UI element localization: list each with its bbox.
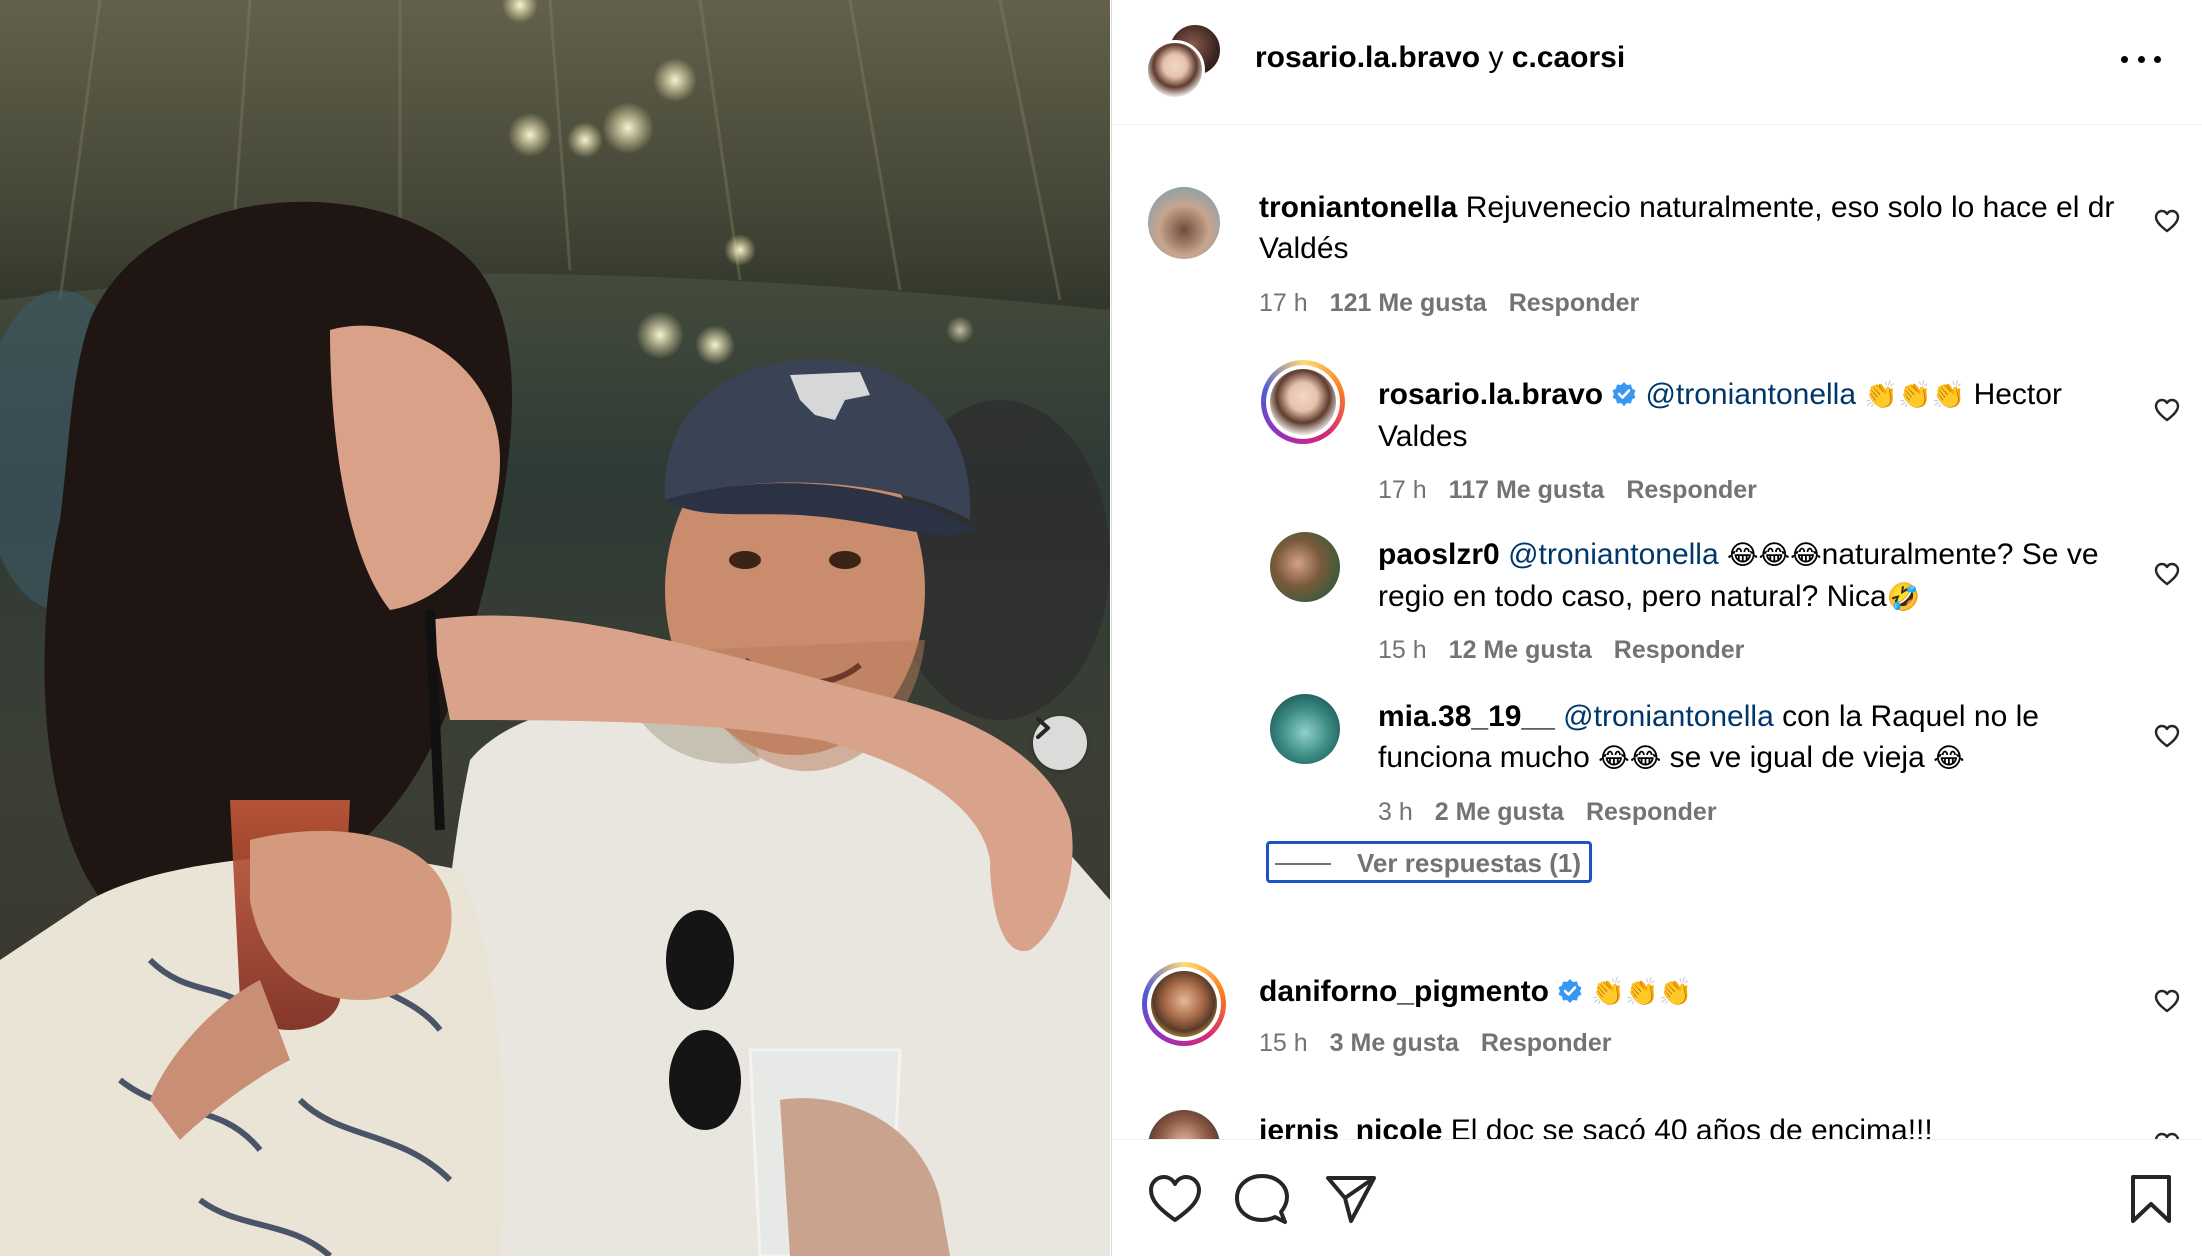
send-icon[interactable] — [1325, 1174, 1377, 1224]
heart-icon[interactable] — [2154, 209, 2180, 233]
comments-list: troniantonella Rejuvenecio naturalmente,… — [1112, 125, 2202, 1139]
comment-username[interactable]: paoslzr0 — [1378, 538, 1500, 571]
comment-username[interactable]: daniforno_pigmento — [1259, 975, 1549, 1008]
heart-icon[interactable] — [2154, 398, 2180, 422]
comment-reply: mia.38_19__ @troniantonella con la Raque… — [1112, 682, 2202, 842]
view-replies-label: Ver respuestas (1) — [1357, 848, 1582, 878]
photo-illustration — [0, 0, 1110, 1256]
comment-body-2: se ve igual de vieja — [1669, 741, 1925, 774]
chevron-right-icon — [1036, 717, 1050, 739]
view-replies-line — [1275, 863, 1331, 865]
view-replies-button[interactable]: Ver respuestas (1) — [1266, 841, 1592, 883]
comment-time[interactable]: 15 h — [1378, 636, 1427, 664]
comment-emoji: 👏👏👏 — [1864, 380, 1966, 410]
comment: daniforno_pigmento 👏👏👏 15 h 3 Me gusta Res… — [1112, 955, 2202, 1095]
reply-button[interactable]: Responder — [1586, 798, 1717, 826]
more-options-icon[interactable] — [2121, 44, 2161, 74]
comment: jernis_nicole El doc se sacó 40 años de … — [1112, 1110, 2202, 1139]
comment-emoji: 👏👏👏 — [1591, 977, 1693, 1007]
avatar[interactable] — [1148, 187, 1220, 259]
comment-meta: 15 h 12 Me gusta Responder — [1378, 635, 1744, 665]
avatar[interactable] — [1148, 1110, 1220, 1139]
comment-mention[interactable]: @troniantonella — [1563, 700, 1774, 733]
comment: troniantonella Rejuvenecio naturalmente,… — [1112, 125, 2202, 335]
heart-icon[interactable] — [2154, 562, 2180, 586]
verified-badge-icon — [1558, 979, 1582, 1003]
bookmark-icon[interactable] — [2130, 1174, 2172, 1224]
comment-icon[interactable] — [1235, 1174, 1289, 1226]
comment-username[interactable]: troniantonella — [1259, 191, 1457, 224]
heart-icon[interactable] — [2154, 989, 2180, 1013]
comment-username[interactable]: mia.38_19__ — [1378, 700, 1555, 733]
comment-meta: 3 h 2 Me gusta Responder — [1378, 797, 1717, 827]
comment-text: jernis_nicole El doc se sacó 40 años de … — [1259, 1110, 2139, 1139]
verified-badge-icon — [1612, 382, 1636, 406]
comment-likes[interactable]: 117 Me gusta — [1449, 476, 1605, 504]
comment-time[interactable]: 15 h — [1259, 1029, 1308, 1057]
comment-reply: paoslzr0 @troniantonella 😂😂😂naturalmente… — [1112, 520, 2202, 680]
comment-meta: 17 h 121 Me gusta Responder — [1259, 288, 1639, 318]
author-username-2[interactable]: c.caorsi — [1512, 41, 1625, 74]
comment-meta: 17 h 117 Me gusta Responder — [1378, 475, 1757, 505]
next-photo-button[interactable] — [1033, 716, 1087, 770]
comment-text: mia.38_19__ @troniantonella con la Raque… — [1378, 696, 2158, 779]
avatar-rosario-la-bravo[interactable] — [1145, 40, 1205, 100]
comment-likes[interactable]: 2 Me gusta — [1435, 798, 1564, 826]
heart-icon[interactable] — [2154, 1132, 2180, 1139]
author-username-1[interactable]: rosario.la.bravo — [1255, 41, 1480, 74]
comment-likes[interactable]: 3 Me gusta — [1330, 1029, 1459, 1057]
post-side-panel: rosario.la.bravo y c.caorsi troniantonel… — [1111, 0, 2202, 1257]
avatar[interactable] — [1270, 532, 1340, 602]
heart-icon[interactable] — [2154, 724, 2180, 748]
comment-text: troniantonella Rejuvenecio naturalmente,… — [1259, 187, 2149, 269]
comment-emoji: 😂😂😂 — [1727, 540, 1822, 570]
comment-emoji: 😂😂 — [1598, 743, 1662, 773]
comment-text: daniforno_pigmento 👏👏👏 — [1259, 971, 2139, 1013]
comment-likes[interactable]: 121 Me gusta — [1330, 289, 1487, 317]
comment-username[interactable]: jernis_nicole — [1259, 1114, 1442, 1139]
comment-time[interactable]: 3 h — [1378, 798, 1413, 826]
comment-meta: 15 h 3 Me gusta Responder — [1259, 1028, 1611, 1058]
comment-time[interactable]: 17 h — [1259, 289, 1308, 317]
avatar[interactable] — [1270, 694, 1340, 764]
comment-username[interactable]: rosario.la.bravo — [1378, 378, 1603, 411]
comment-body: El doc se sacó 40 años de encima!!! — [1450, 1114, 1933, 1139]
post-header: rosario.la.bravo y c.caorsi — [1112, 0, 2202, 125]
comment-time[interactable]: 17 h — [1378, 476, 1427, 504]
reply-button[interactable]: Responder — [1626, 476, 1757, 504]
comment-reply: rosario.la.bravo @troniantonella 👏👏👏 Hec… — [1112, 357, 2202, 517]
reply-button[interactable]: Responder — [1481, 1029, 1612, 1057]
post-photo — [0, 0, 1110, 1256]
comment-mention[interactable]: @troniantonella — [1508, 538, 1719, 571]
avatar[interactable] — [1142, 962, 1226, 1046]
post-authors: rosario.la.bravo y c.caorsi — [1255, 40, 1625, 76]
post-action-bar — [1112, 1139, 2202, 1257]
comment-likes[interactable]: 12 Me gusta — [1449, 636, 1592, 664]
heart-icon[interactable] — [1148, 1174, 1202, 1224]
comment-emoji-end: 🤣 — [1886, 582, 1921, 612]
comment-emoji-end: 😂 — [1933, 743, 1965, 773]
reply-button[interactable]: Responder — [1614, 636, 1745, 664]
avatar[interactable] — [1261, 360, 1345, 444]
comment-text: paoslzr0 @troniantonella 😂😂😂naturalmente… — [1378, 534, 2158, 618]
comment-text: rosario.la.bravo @troniantonella 👏👏👏 Hec… — [1378, 374, 2158, 457]
authors-joiner: y — [1488, 41, 1504, 74]
reply-button[interactable]: Responder — [1509, 289, 1640, 317]
comment-mention[interactable]: @troniantonella — [1645, 378, 1856, 411]
